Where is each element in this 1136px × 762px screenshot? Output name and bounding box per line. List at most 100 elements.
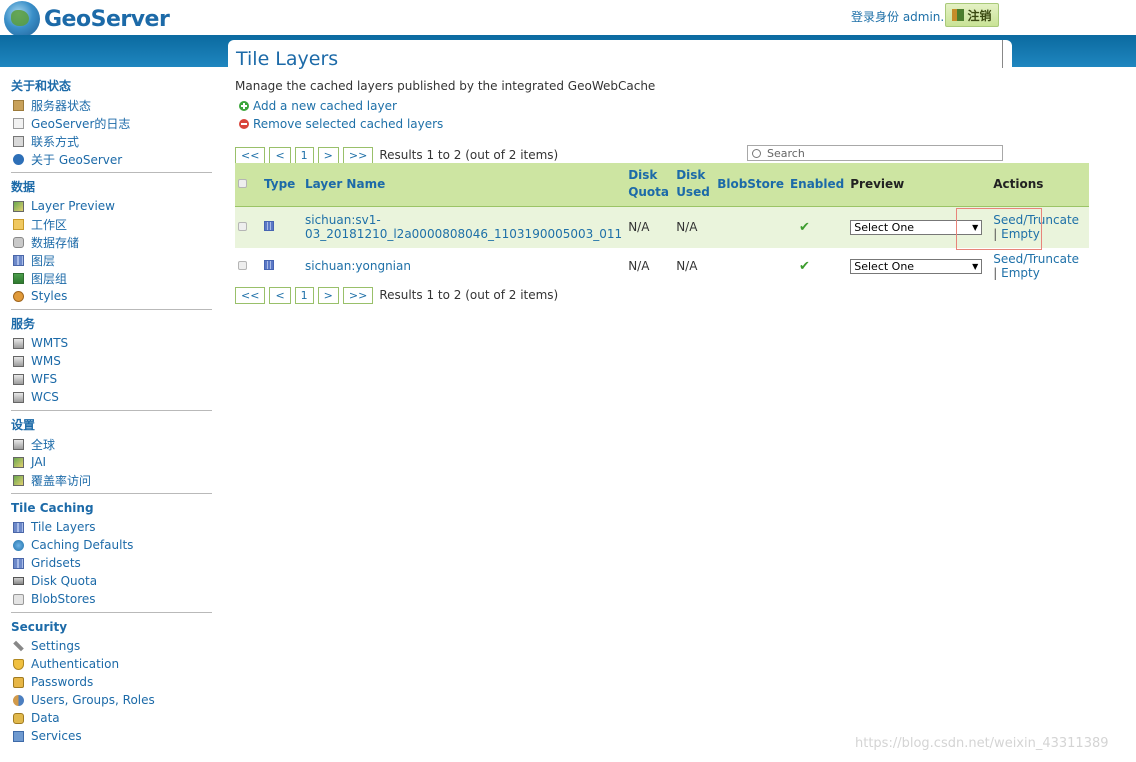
pager-prev-button[interactable]: < — [269, 146, 291, 164]
search-input[interactable]: Search — [747, 145, 1003, 161]
empty-link[interactable]: Empty — [1001, 266, 1040, 280]
table-header-row: Type Layer Name Disk Quota Disk Used BlobS… — [235, 163, 1089, 207]
pager-prev-button[interactable]: < — [269, 286, 291, 304]
pager-next-button[interactable]: > — [317, 146, 339, 164]
blobstore-header[interactable]: BlobStore — [714, 163, 787, 207]
map-icon — [13, 200, 24, 212]
sidebar-item[interactable]: Layer Preview — [11, 197, 212, 215]
row-select-cell — [235, 206, 261, 248]
sidebar-item[interactable]: 图层组 — [11, 269, 212, 287]
globe-logo-icon — [4, 1, 40, 37]
sidebar-item[interactable]: WCS — [11, 388, 212, 406]
sidebar-item[interactable]: Authentication — [11, 655, 212, 673]
sidebar-item[interactable]: 工作区 — [11, 215, 212, 233]
sidebar-section: 关于和状态 服务器状态 GeoServer的日志 联系方式 关于 GeoServer — [11, 72, 212, 172]
remove-cached-layers-link[interactable]: Remove selected cached layers — [239, 117, 443, 131]
sidebar-item[interactable]: Settings — [11, 637, 212, 655]
type-cell — [261, 206, 302, 248]
disk-quota-header-line2: Quota — [628, 185, 670, 200]
sidebar-section: 设置 全球 JAI 覆盖率访问 — [11, 410, 212, 493]
sidebar-item[interactable]: Data — [11, 709, 212, 727]
sidebar-item-label: Data — [31, 711, 60, 725]
preview-select[interactable]: Select One ▼ — [850, 258, 983, 274]
sidebar-item-label: Gridsets — [31, 556, 81, 570]
pager-next-button[interactable]: > — [317, 286, 339, 304]
sidebar-item-label: Users, Groups, Roles — [31, 693, 155, 707]
geoserver-logo[interactable]: GeoServer — [4, 1, 170, 37]
users-icon — [13, 694, 24, 706]
sidebar-section: Tile Caching Tile Layers Caching Defaults G… — [11, 493, 212, 612]
action-separator: | — [993, 266, 998, 280]
sidebar-item[interactable]: WFS — [11, 370, 212, 388]
sidebar-item[interactable]: Users, Groups, Roles — [11, 691, 212, 709]
sidebar-item-label: 覆盖率访问 — [31, 473, 92, 488]
sidebar-item-label: 全球 — [31, 437, 56, 452]
sidebar-item-label: Services — [31, 729, 82, 743]
row-checkbox[interactable] — [238, 222, 247, 232]
type-header[interactable]: Type — [261, 163, 302, 207]
sidebar-item[interactable]: Caching Defaults — [11, 536, 212, 554]
add-cached-layer-link[interactable]: Add a new cached layer — [239, 99, 397, 113]
layer-name-cell[interactable]: sichuan:sv1- 03_20181210_l2a0000808046_11… — [302, 206, 626, 248]
disk-used-header[interactable]: Disk Used — [673, 163, 715, 207]
disk-icon — [13, 577, 24, 585]
sidebar-item[interactable]: Services — [11, 727, 212, 745]
disk-quota-header[interactable]: Disk Quota — [625, 163, 674, 207]
sidebar-item-label: WMS — [31, 354, 61, 368]
layer-name-header[interactable]: Layer Name — [302, 163, 626, 207]
row-checkbox[interactable] — [238, 261, 247, 270]
sidebar-item[interactable]: 覆盖率访问 — [11, 471, 212, 489]
sidebar-item[interactable]: 关于 GeoServer — [11, 150, 212, 168]
disk-quota-cell: N/A — [625, 206, 674, 248]
select-all-header — [235, 163, 261, 207]
shield-icon — [13, 658, 24, 670]
sidebar-item[interactable]: GeoServer的日志 — [11, 114, 212, 132]
sidebar-item[interactable]: 全球 — [11, 435, 212, 453]
sidebar-item[interactable]: 图层 — [11, 251, 212, 269]
layer-group-icon — [13, 272, 24, 284]
pager-first-button[interactable]: << — [235, 286, 266, 304]
sidebar-item[interactable]: 服务器状态 — [11, 96, 212, 114]
sidebar-item-label: 工作区 — [31, 217, 68, 232]
layer-name-line1: sichuan:sv1- — [305, 213, 381, 228]
grid-icon — [13, 557, 24, 569]
sidebar-item[interactable]: BlobStores — [11, 590, 212, 608]
pager-page-button[interactable]: 1 — [294, 146, 314, 164]
server-status-icon — [13, 99, 24, 111]
sidebar-item-label: Authentication — [31, 657, 120, 671]
sidebar-item[interactable]: 数据存储 — [11, 233, 212, 251]
server-icon — [13, 438, 24, 450]
contact-icon — [13, 135, 24, 147]
logout-icon — [952, 9, 965, 21]
remove-cached-layers-label: Remove selected cached layers — [253, 117, 444, 131]
sidebar-item[interactable]: Styles — [11, 287, 212, 305]
sidebar-item[interactable]: 联系方式 — [11, 132, 212, 150]
sidebar-item[interactable]: WMS — [11, 352, 212, 370]
enabled-header[interactable]: Enabled — [786, 163, 848, 207]
sidebar-item-label: 联系方式 — [31, 134, 80, 149]
select-all-checkbox[interactable] — [238, 178, 247, 188]
sidebar-section: Security Settings Authentication Passwords U… — [11, 612, 212, 749]
data-icon — [13, 712, 24, 724]
logout-button[interactable]: 注销 — [945, 3, 999, 27]
blobstore-cell — [714, 248, 787, 284]
sidebar-section-title: 数据 — [11, 180, 36, 194]
sidebar-item[interactable]: Disk Quota — [11, 572, 212, 590]
sidebar-item-label: WCS — [31, 390, 59, 404]
panel-divider — [1002, 40, 1003, 68]
sidebar-item[interactable]: JAI — [11, 453, 212, 471]
sidebar-item[interactable]: Passwords — [11, 673, 212, 691]
type-cell — [261, 248, 302, 284]
layer-name-cell[interactable]: sichuan:yongnian — [302, 248, 626, 284]
pager-last-button[interactable]: >> — [342, 286, 374, 304]
sidebar-item[interactable]: WMTS — [11, 334, 212, 352]
sidebar-item[interactable]: Gridsets — [11, 554, 212, 572]
layer-icon — [13, 254, 24, 266]
sidebar-section-title: 服务 — [11, 317, 36, 331]
pager-page-button[interactable]: 1 — [294, 286, 314, 304]
sidebar-item[interactable]: Tile Layers — [11, 518, 212, 536]
pager-last-button[interactable]: >> — [342, 146, 374, 164]
sidebar-item-label: JAI — [31, 455, 47, 469]
pager-first-button[interactable]: << — [235, 146, 266, 164]
seed-truncate-link[interactable]: Seed/Truncate — [993, 252, 1079, 266]
